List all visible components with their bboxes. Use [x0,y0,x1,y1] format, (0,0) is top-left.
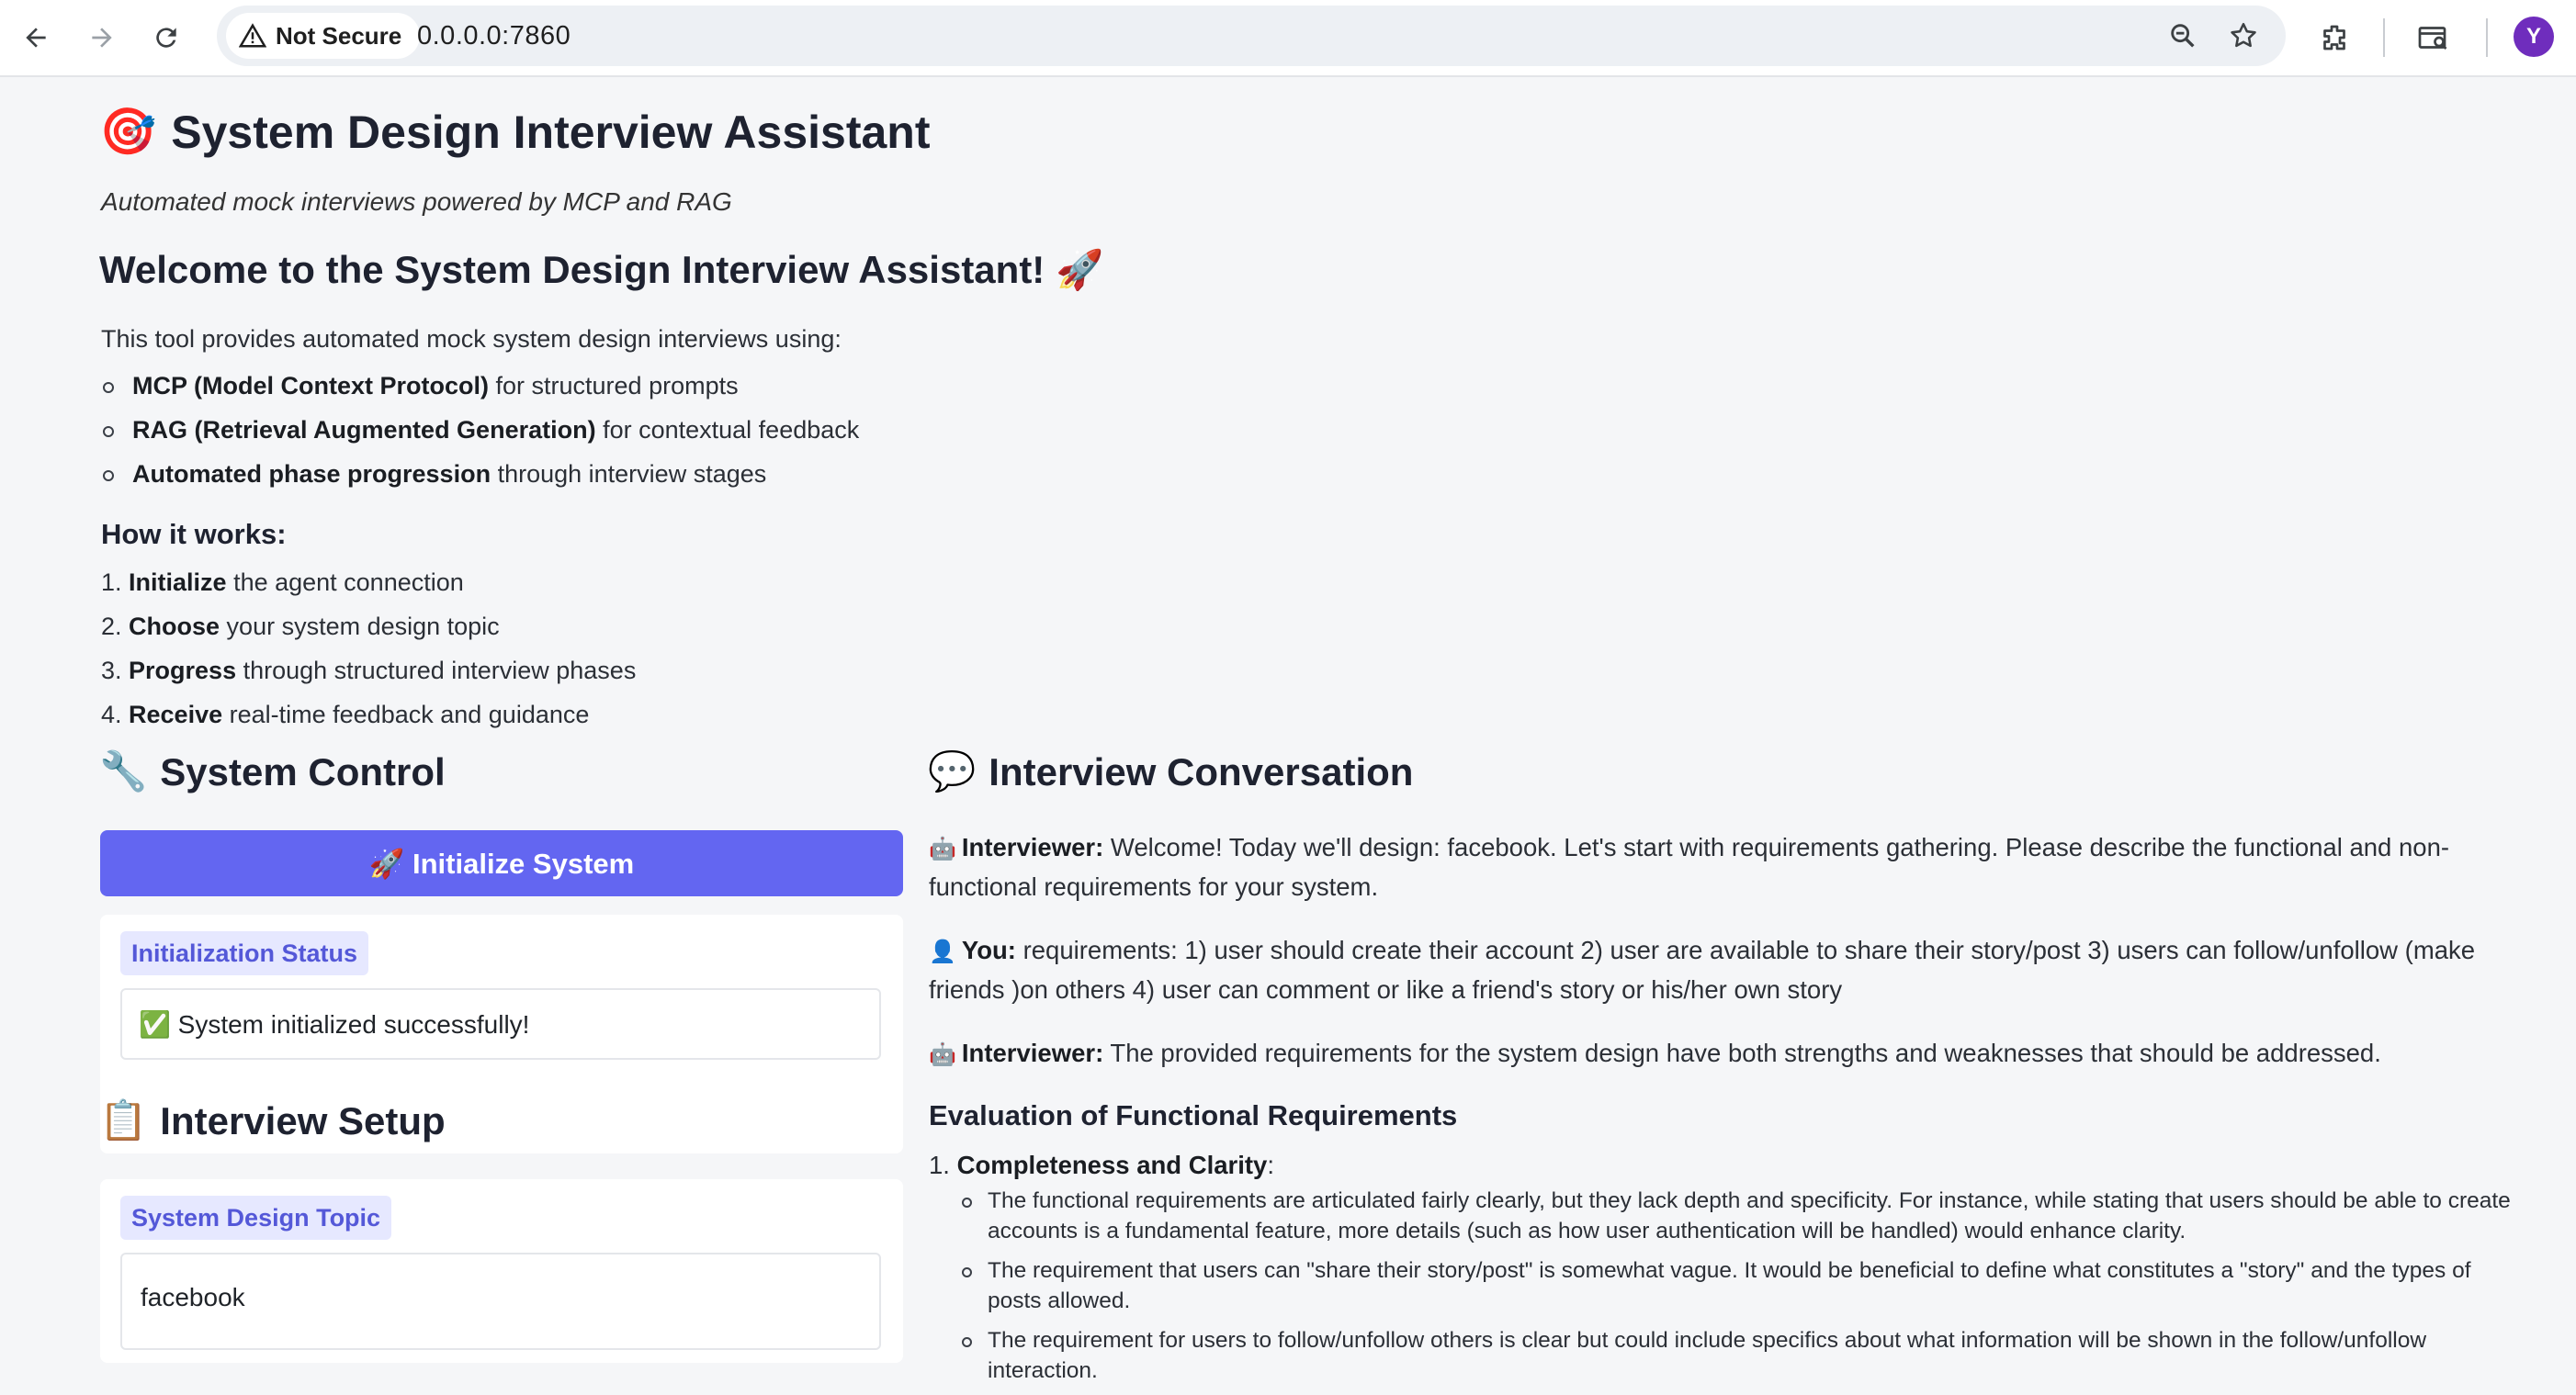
list-item: 2. Choose your system design topic [101,613,500,640]
feature-list: MCP (Model Context Protocol) for structu… [101,364,859,496]
profile-avatar[interactable]: Y [2514,17,2554,57]
chat-message: 🤖 Interviewer: Welcome! Today we'll desig… [929,833,2450,901]
steps-list: 1. Initialize the agent connection 2. Ch… [101,560,636,737]
arrow-left-icon [26,28,46,48]
page-title-text: System Design Interview Assistant [171,106,931,158]
url-text[interactable]: 0.0.0.0:7860 [417,6,571,66]
evaluation-bullets: The functional requirements are articula… [962,1186,2527,1386]
reload-button[interactable] [143,15,189,61]
list-item: 1. Initialize the agent connection [101,568,464,596]
chat-message: 👤 You: requirements: 1) user should creat… [929,936,2476,1004]
app-page: 🎯 System Design Interview Assistant Auto… [0,77,2576,1392]
welcome-heading: Welcome to the System Design Interview A… [99,248,1104,291]
wrench-icon: 🔧 [99,749,148,793]
zoom-icon[interactable] [2164,17,2201,54]
address-bar[interactable]: Not Secure 0.0.0.0:7860 [217,6,2286,66]
forward-button[interactable] [79,15,125,61]
list-item: The requirement for users to follow/unfo… [962,1325,2527,1386]
robot-icon: 🤖 [929,837,956,861]
system-control-heading: 🔧 System Control [99,749,446,793]
security-chip[interactable]: Not Secure [226,13,421,59]
initialize-system-button[interactable]: 🚀 Initialize System [100,830,903,896]
list-item: MCP (Model Context Protocol) for structu… [101,364,859,408]
evaluation-heading: Evaluation of Functional Requirements [929,1099,1458,1131]
arrow-right-icon [92,28,112,48]
page-subtitle: Automated mock interviews powered by MCP… [101,187,732,216]
browser-toolbar: Not Secure 0.0.0.0:7860 Y [0,0,2576,77]
reload-icon [156,28,176,48]
list-item: The requirement that users can "share th… [962,1255,2527,1316]
warning-icon [239,23,266,48]
initialization-status-box: ✅ System initialized successfully! [120,988,881,1060]
topic-label: System Design Topic [120,1196,392,1240]
page-title: 🎯 System Design Interview Assistant [99,105,931,159]
topic-field[interactable] [120,1253,881,1350]
bookmark-star-icon[interactable] [2225,17,2262,54]
target-icon: 🎯 [99,106,157,157]
intro-text: This tool provides automated mock system… [101,325,842,353]
topic-panel: System Design Topic [100,1179,903,1363]
list-item: 3. Progress through structured interview… [101,657,637,684]
list-item: 4. Receive real-time feedback and guidan… [101,701,590,728]
toolbar-divider [2383,18,2385,57]
how-it-works-heading: How it works: [101,518,287,550]
user-icon: 👤 [929,939,956,964]
interview-setup-heading: 📋 Interview Setup [99,1098,446,1142]
conversation-log: 🤖 Interviewer: Welcome! Today we'll desig… [929,828,2527,1395]
topic-input[interactable] [139,1282,863,1313]
status-text: ✅ System initialized successfully! [139,1009,530,1039]
extensions-icon[interactable] [2311,15,2357,61]
security-label: Not Secure [276,21,402,50]
list-item: Automated phase progression through inte… [101,452,859,496]
list-item: RAG (Retrieval Augmented Generation) for… [101,408,859,452]
toolbar-divider [2486,18,2488,57]
initialization-status-label: Initialization Status [120,931,369,975]
robot-icon: 🤖 [929,1042,956,1067]
tab-search-icon[interactable] [2411,15,2457,61]
list-item: The functional requirements are articula… [962,1186,2527,1246]
speech-bubble-icon: 💬 [928,749,977,793]
clipboard-icon: 📋 [99,1098,148,1142]
back-button[interactable] [13,15,59,61]
chat-message: 🤖 Interviewer: The provided requirements … [929,1039,2381,1067]
evaluation-item: 1. Completeness and Clarity: [929,1151,1274,1179]
interview-conversation-heading: 💬 Interview Conversation [928,749,1414,793]
